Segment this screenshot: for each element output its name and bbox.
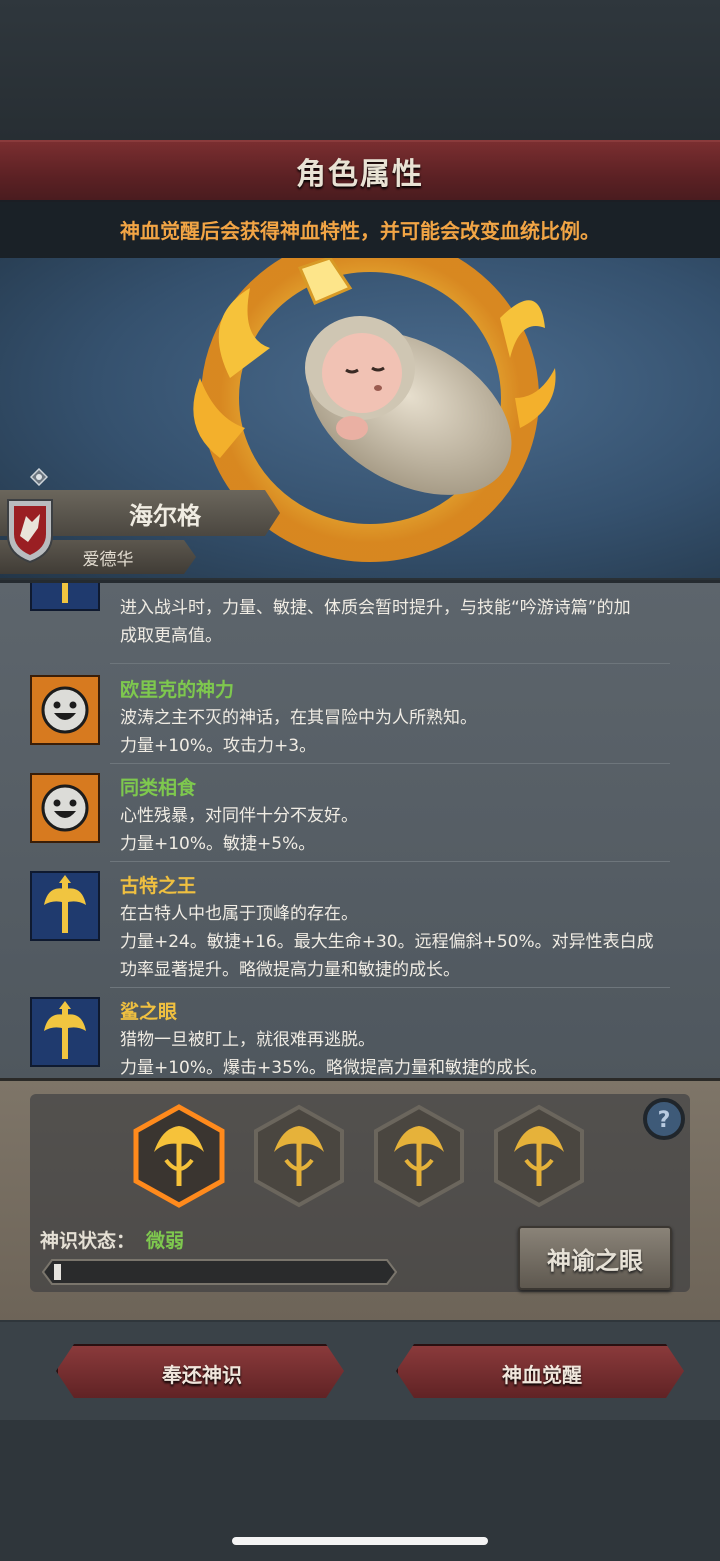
character-lineage: 爱德华 bbox=[82, 549, 134, 570]
wolf-crest-icon bbox=[7, 499, 53, 564]
oracle-eye-label: 神谕之眼 bbox=[547, 1246, 643, 1275]
divider bbox=[110, 861, 670, 862]
trait-name: 同类相食 bbox=[120, 777, 197, 799]
trait-description: 功率显著提升。略微提高力量和敏捷的成长。 bbox=[120, 960, 460, 980]
divine-slot-2[interactable] bbox=[252, 1104, 346, 1208]
divine-state-value: 微弱 bbox=[146, 1230, 185, 1252]
trait-name: 欧里克的神力 bbox=[120, 679, 235, 701]
divider bbox=[110, 987, 670, 988]
hint-text: 神血觉醒后会获得神血特性，并可能会改变血统比例。 bbox=[120, 218, 600, 243]
trait-description: 心性残暴，对同伴十分不友好。 bbox=[120, 806, 358, 826]
trait-description: 力量+10%。敏捷+5%。 bbox=[120, 834, 316, 854]
trait-description: 进入战斗时，力量、敏捷、体质会暂时提升，与技能“吟游诗篇”的加 bbox=[120, 598, 631, 618]
divine-blood-awaken-button[interactable]: 神血觉醒 bbox=[396, 1344, 684, 1398]
title-bar: 角色属性 bbox=[0, 140, 720, 202]
trait-description: 力量+10%。爆击+35%。略微提高力量和敏捷的成长。 bbox=[120, 1058, 548, 1078]
trait-description: 力量+24。敏捷+16。最大生命+30。远程偏斜+50%。对异性表白成 bbox=[120, 932, 654, 952]
trait-description: 成取更高值。 bbox=[120, 626, 222, 646]
hint-bar: 神血觉醒后会获得神血特性，并可能会改变血统比例。 bbox=[0, 200, 720, 258]
top-background bbox=[0, 0, 720, 140]
trait-name: 古特之王 bbox=[120, 875, 197, 897]
page-title: 角色属性 bbox=[296, 157, 424, 192]
smiley-face-icon bbox=[30, 675, 100, 745]
return-divine-sense-button[interactable]: 奉还神识 bbox=[56, 1344, 344, 1398]
divine-blood-awaken-label: 神血觉醒 bbox=[502, 1362, 582, 1387]
trait-list[interactable]: 进入战斗时，力量、敏捷、体质会暂时提升，与技能“吟游诗篇”的加 成取更高值。 欧… bbox=[0, 580, 720, 1081]
svg-text:?: ? bbox=[658, 1108, 671, 1133]
trait-description: 在古特人中也属于顶峰的存在。 bbox=[120, 904, 358, 924]
divider bbox=[110, 763, 670, 764]
divider bbox=[110, 663, 670, 664]
oracle-eye-button[interactable]: 神谕之眼 bbox=[518, 1226, 672, 1290]
axe-emblem-icon bbox=[30, 997, 100, 1067]
divine-progress-bar bbox=[42, 1259, 397, 1285]
trait-description: 猎物一旦被盯上，就很难再逃脱。 bbox=[120, 1030, 375, 1050]
rank-crown-icon bbox=[30, 468, 48, 486]
divine-state-label: 神识状态： bbox=[40, 1230, 136, 1252]
return-divine-sense-label: 奉还神识 bbox=[162, 1362, 242, 1387]
trait-description: 力量+10%。攻击力+3。 bbox=[120, 736, 317, 756]
divine-slot-1[interactable] bbox=[132, 1104, 226, 1208]
question-mark-icon[interactable]: ? bbox=[642, 1097, 686, 1141]
home-indicator[interactable] bbox=[232, 1537, 488, 1545]
divine-slot-3[interactable] bbox=[372, 1104, 466, 1208]
axe-emblem-icon bbox=[30, 871, 100, 941]
trait-description: 波涛之主不灭的神话，在其冒险中为人所熟知。 bbox=[120, 708, 477, 728]
smiley-face-icon bbox=[30, 773, 100, 843]
divine-slot-4[interactable] bbox=[492, 1104, 586, 1208]
trait-name: 鲨之眼 bbox=[120, 1001, 178, 1023]
axe-emblem-icon bbox=[30, 583, 100, 611]
character-name: 海尔格 bbox=[129, 501, 201, 530]
divine-progress-fill bbox=[54, 1264, 61, 1280]
